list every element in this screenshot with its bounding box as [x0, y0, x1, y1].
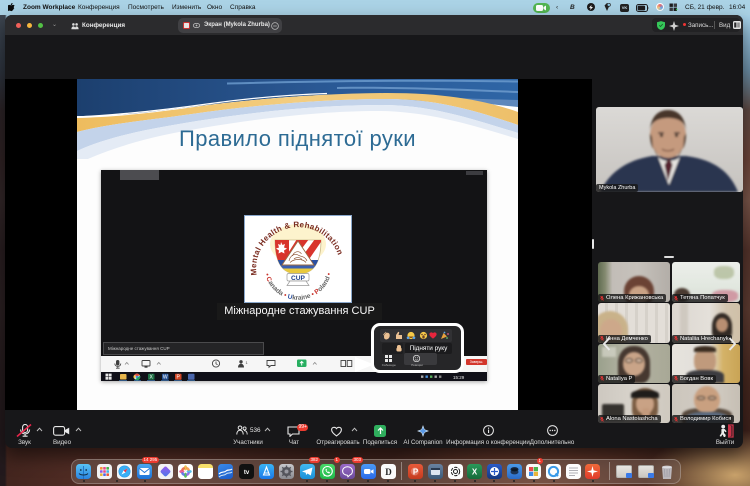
svg-text:15:29: 15:29 — [453, 374, 465, 379]
svg-text:D: D — [385, 467, 392, 477]
svg-text:tv: tv — [244, 470, 250, 476]
svg-text:1: 1 — [246, 360, 249, 365]
svg-text:W: W — [163, 374, 168, 380]
svg-text:P: P — [413, 467, 419, 476]
svg-text:X: X — [472, 467, 478, 476]
